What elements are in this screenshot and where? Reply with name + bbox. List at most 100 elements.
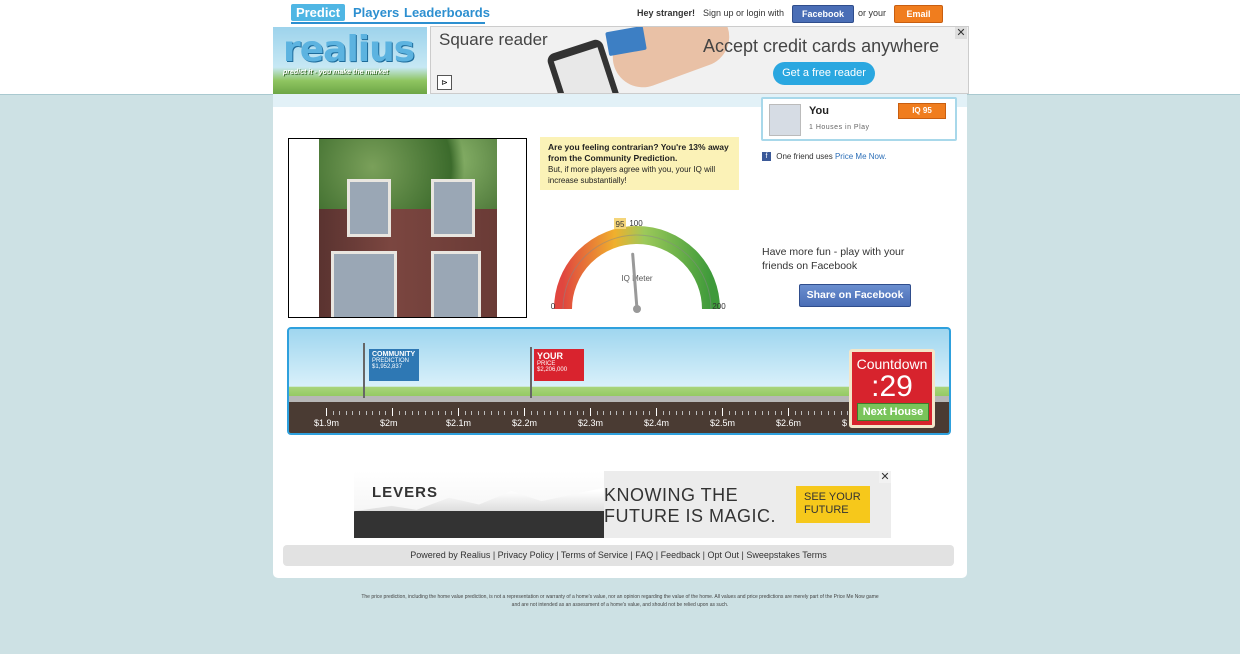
faq-link[interactable]: FAQ — [635, 550, 653, 560]
adchoices-icon[interactable]: ⊳ — [437, 75, 452, 90]
scale-minor-tick — [583, 411, 585, 415]
scale-minor-tick — [649, 411, 651, 415]
scale-minor-tick — [695, 411, 697, 415]
realius-logo[interactable]: realius predict it - you make the market — [273, 27, 427, 94]
scale-minor-tick — [576, 411, 578, 415]
contrarian-message: Are you feeling contrarian? You're 13% a… — [540, 137, 739, 190]
scale-major-tick — [656, 408, 657, 416]
scale-label: $2.6m — [776, 418, 802, 428]
scale-minor-tick — [550, 411, 552, 415]
houses-in-play: 1 Houses in Play — [809, 124, 870, 131]
community-value: $1,952,837 — [372, 364, 403, 370]
scale-minor-tick — [807, 411, 809, 415]
opt-out-link[interactable]: Opt Out — [707, 550, 739, 560]
scale-minor-tick — [708, 411, 710, 415]
scale-minor-tick — [623, 411, 624, 415]
scale-minor-tick — [741, 411, 743, 415]
scale-minor-tick — [748, 411, 750, 415]
scale-minor-tick — [405, 411, 407, 415]
scale-minor-tick — [675, 411, 677, 415]
ad-headline-line1: KNOWING THE — [604, 485, 739, 505]
your-price-flag[interactable]: YOUR PRICE $2,206,000 — [534, 349, 584, 381]
powered-by-link[interactable]: Powered by Realius — [410, 550, 490, 560]
facebook-login-button[interactable]: Facebook — [792, 5, 854, 23]
logo-wordmark: realius — [283, 29, 415, 70]
close-ad-icon[interactable]: ✕ — [955, 27, 967, 39]
scale-minor-tick — [840, 411, 842, 415]
see-your-future-button[interactable]: SEE YOUR FUTURE — [796, 486, 870, 523]
scale-minor-tick — [801, 411, 803, 415]
scale-minor-tick — [821, 411, 822, 415]
scale-minor-tick — [603, 411, 605, 415]
scale-minor-tick — [642, 411, 644, 415]
scale-major-tick — [392, 408, 393, 416]
friend-text: One friend uses — [776, 152, 833, 161]
scale-minor-tick — [827, 411, 829, 415]
tab-leaderboards[interactable]: Leaderboards — [404, 4, 490, 21]
house-photo-frame — [288, 138, 527, 318]
terms-link[interactable]: Terms of Service — [561, 550, 628, 560]
price-me-now-link[interactable]: Price Me Now. — [835, 152, 887, 161]
disclaimer-text: The price prediction, including the home… — [361, 594, 879, 608]
sweepstakes-link[interactable]: Sweepstakes Terms — [746, 550, 826, 560]
scale-minor-tick — [636, 411, 638, 415]
close-ad-icon[interactable]: ✕ — [879, 471, 891, 483]
scale-major-tick — [326, 408, 327, 416]
privacy-policy-link[interactable]: Privacy Policy — [498, 550, 554, 560]
scale-minor-tick — [728, 411, 730, 415]
feedback-link[interactable]: Feedback — [661, 550, 701, 560]
scale-minor-tick — [378, 411, 380, 415]
logo-tagline: predict it - you make the market — [283, 69, 389, 76]
scale-minor-tick — [491, 411, 492, 415]
tab-players[interactable]: Players — [353, 4, 399, 21]
contrarian-text: But, if more players agree with you, you… — [548, 165, 716, 185]
scale-minor-tick — [834, 411, 836, 415]
get-free-reader-button[interactable]: Get a free reader — [773, 62, 875, 85]
share-on-facebook-button[interactable]: Share on Facebook — [799, 284, 911, 307]
footer-links: Powered by Realius | Privacy Policy | Te… — [283, 545, 954, 566]
ad-headline: KNOWING THE FUTURE IS MAGIC. — [604, 485, 776, 527]
player-name: You — [809, 105, 829, 117]
nav-underline — [291, 22, 485, 24]
window — [431, 179, 475, 237]
countdown-panel: Countdown :29 Next House — [849, 349, 935, 428]
scale-minor-tick — [398, 411, 400, 415]
gauge-mark-100: 100 — [629, 219, 643, 228]
scale-label: $2.3m — [578, 418, 604, 428]
scale-minor-tick — [735, 411, 737, 415]
email-login-button[interactable]: Email — [894, 5, 943, 23]
scale-minor-tick — [372, 411, 374, 415]
scale-minor-tick — [359, 411, 360, 415]
iq-badge: IQ 95 — [898, 103, 946, 119]
contrarian-bold-text: Are you feeling contrarian? You're 13% a… — [548, 142, 729, 163]
player-profile-card[interactable]: You 1 Houses in Play IQ 95 — [761, 97, 957, 141]
scale-minor-tick — [484, 411, 486, 415]
scale-label: $2.5m — [710, 418, 736, 428]
scale-label: $1.9m — [314, 418, 340, 428]
ad-brand: Square reader — [439, 30, 548, 49]
scale-minor-tick — [510, 411, 512, 415]
gauge-max: 200 — [712, 302, 726, 311]
scale-minor-tick — [464, 411, 466, 415]
square-reader-ad[interactable]: Square reader Accept credit cards anywhe… — [430, 26, 969, 94]
scale-minor-tick — [689, 411, 690, 415]
your-value: $2,206,000 — [537, 367, 568, 373]
ad-headline: Accept credit cards anywhere — [703, 36, 940, 56]
scale-minor-tick — [517, 411, 519, 415]
scale-minor-tick — [451, 411, 453, 415]
scale-minor-tick — [682, 411, 684, 415]
your-title: YOUR — [537, 351, 564, 361]
scale-label: $2.2m — [512, 418, 538, 428]
scale-minor-tick — [616, 411, 618, 415]
ad-headline-line2: FUTURE IS MAGIC. — [604, 506, 777, 526]
gauge-min: 0 — [551, 302, 556, 311]
window — [347, 179, 391, 237]
cta-line2: FUTURE — [804, 504, 849, 516]
levers-ad[interactable]: LEVERS KNOWING THE FUTURE IS MAGIC. SEE … — [354, 471, 891, 538]
scale-major-tick — [524, 408, 525, 416]
scale-minor-tick — [425, 411, 426, 415]
scale-minor-tick — [570, 411, 572, 415]
scale-major-tick — [722, 408, 723, 416]
tab-predict[interactable]: Predict — [291, 4, 345, 21]
next-house-button[interactable]: Next House — [857, 403, 929, 421]
